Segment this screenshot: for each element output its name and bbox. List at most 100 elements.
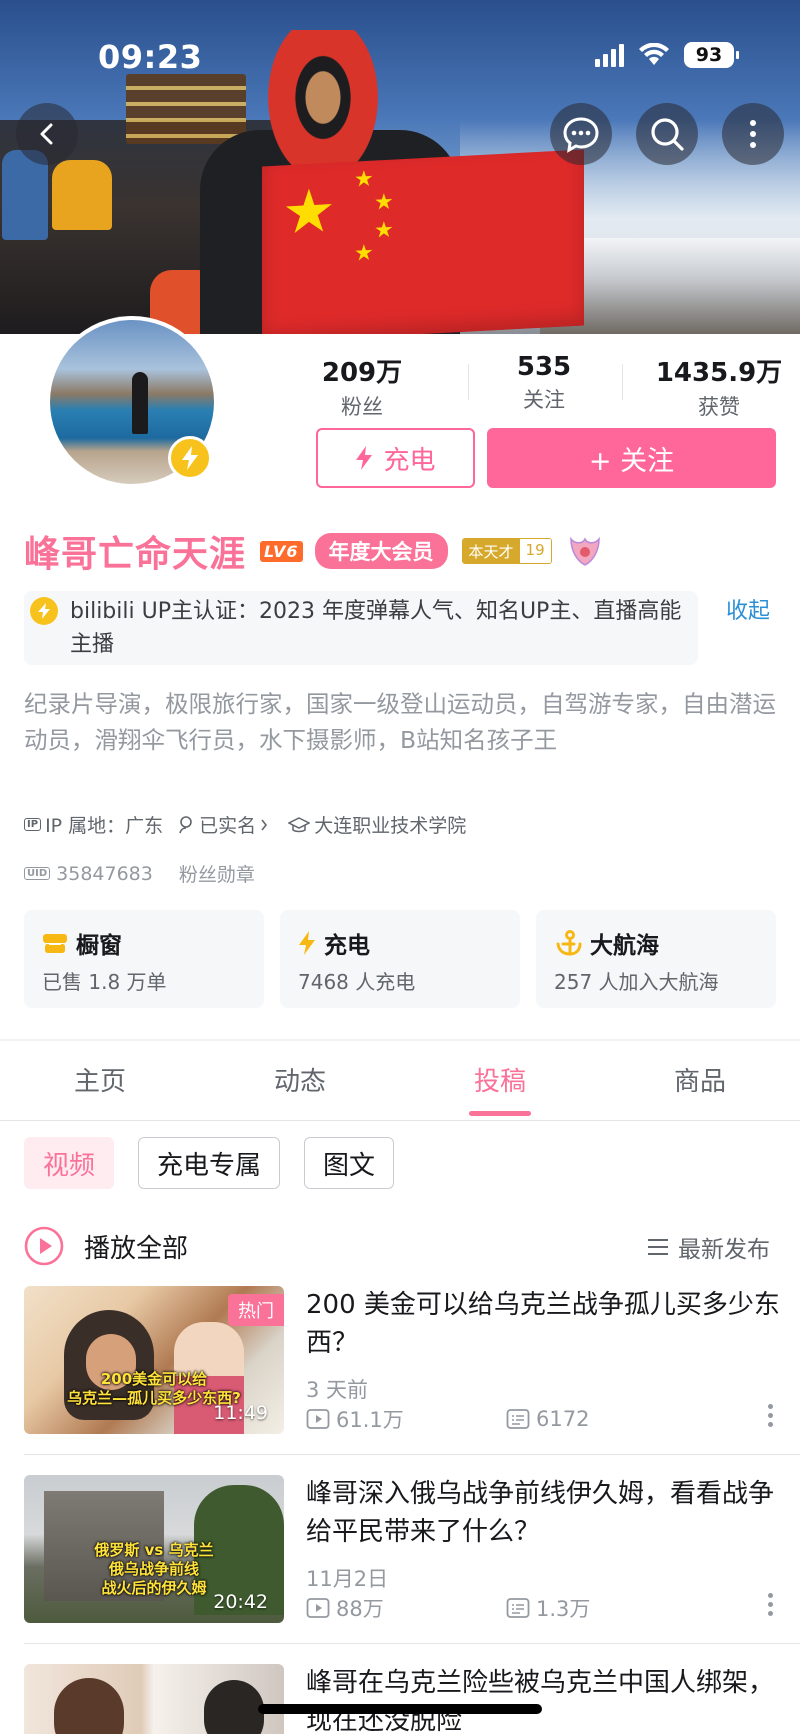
fan-medal-name: 本天才 [462, 539, 520, 563]
card-guard[interactable]: 大航海 257 人加入大航海 [536, 910, 776, 1008]
card-title-text: 橱窗 [76, 933, 122, 959]
dot [768, 1404, 773, 1409]
flag-star: ★ [374, 217, 394, 244]
card-shop[interactable]: 橱窗 已售 1.8 万单 [24, 910, 264, 1008]
video-item[interactable]: 俄罗斯 vs 乌克兰 俄乌战争前线 战火后的伊久姆 20:42 峰哥深入俄乌战争… [24, 1475, 776, 1625]
sort-label: 最新发布 [678, 1237, 770, 1263]
school-text: 大连职业技术学院 [314, 815, 467, 837]
upload-filter-chips: 视频 充电专属 图文 [24, 1137, 395, 1189]
message-button[interactable] [550, 103, 612, 165]
lightning-icon [182, 446, 198, 470]
profile-stats: 209万 粉丝 535 关注 1435.9万 获赞 [290, 352, 790, 419]
video-more-button[interactable] [768, 1404, 774, 1427]
card-subtitle: 7468 人充电 [298, 970, 416, 994]
list-divider [24, 1643, 800, 1644]
stat-following[interactable]: 535 关注 [494, 352, 594, 414]
pendant-icon[interactable] [568, 535, 602, 567]
play-circle-icon [24, 1226, 64, 1266]
stat-likes[interactable]: 1435.9万 获赞 [644, 352, 794, 421]
video-more-button[interactable] [768, 1593, 774, 1616]
fan-medal-badge[interactable]: 本天才 19 [461, 538, 552, 564]
feature-cards: 橱窗 已售 1.8 万单 充电 7468 人充电 大航海 257 人加入大航海 [24, 910, 776, 1008]
video-duration: 11:49 [213, 1402, 268, 1424]
cellular-signal-icon [595, 43, 624, 67]
tab-uploads[interactable]: 投稿 [440, 1061, 560, 1098]
dot [768, 1422, 773, 1427]
sort-button[interactable]: 最新发布 [646, 1230, 770, 1264]
tab-dynamic[interactable]: 动态 [240, 1061, 360, 1098]
stat-value: 1435.9万 [655, 358, 783, 388]
video-thumbnail[interactable] [24, 1664, 284, 1734]
cover-climber [52, 160, 112, 230]
status-time: 09:23 [98, 38, 203, 76]
video-comments-value: 1.3万 [536, 1597, 591, 1621]
dot [768, 1593, 773, 1598]
video-views: 88万 [306, 1593, 506, 1623]
dot [768, 1611, 773, 1616]
follow-button[interactable]: + 关注 [487, 428, 776, 488]
thumbnail-person [54, 1678, 124, 1734]
video-title[interactable]: 200 美金可以给乌克兰战争孤儿买多少东西？ [306, 1286, 796, 1362]
collapse-link[interactable]: 收起 [726, 593, 770, 625]
card-title-text: 充电 [324, 933, 370, 959]
thumbnail-caption: 200美金可以给 [100, 1370, 208, 1388]
video-views: 61.1万 [306, 1404, 506, 1434]
stat-followers[interactable]: 209万 粉丝 [312, 352, 412, 421]
video-thumbnail[interactable]: 俄罗斯 vs 乌克兰 俄乌战争前线 战火后的伊久姆 20:42 [24, 1475, 284, 1623]
stat-label: 获赞 [698, 395, 740, 419]
real-name-text: 已实名 [199, 815, 257, 837]
stat-value: 209万 [321, 358, 403, 388]
tab-home[interactable]: 主页 [40, 1061, 160, 1098]
hot-badge: 热门 [228, 1294, 284, 1326]
play-all-button[interactable]: 播放全部 [24, 1226, 188, 1266]
chip-articles[interactable]: 图文 [304, 1137, 395, 1189]
card-charge[interactable]: 充电 7468 人充电 [280, 910, 520, 1008]
more-options-button[interactable] [722, 103, 784, 165]
flag-star: ★ [282, 175, 336, 249]
avatar-figure [132, 372, 148, 434]
uid-text: 35847683 [56, 862, 153, 885]
video-thumbnail[interactable]: 200美金可以给 乌克兰—孤儿买多少东西? 热门 11:49 [24, 1286, 284, 1434]
danmaku-icon [506, 1598, 530, 1618]
uid[interactable]: UID 35847683 [24, 863, 153, 885]
level-badge[interactable]: LV6 [260, 540, 303, 562]
chip-charge-exclusive[interactable]: 充电专属 [138, 1137, 281, 1189]
thumbnail-caption: 俄乌战争前线 [108, 1560, 199, 1578]
search-icon [651, 118, 684, 151]
play-count-icon [306, 1598, 330, 1618]
video-comments-value: 6172 [536, 1407, 590, 1431]
chip-video[interactable]: 视频 [24, 1137, 115, 1189]
video-title[interactable]: 峰哥在乌克兰险些被乌克兰中国人绑架，现在还没脱险 [306, 1664, 796, 1734]
card-title: 橱窗 [42, 926, 122, 960]
tab-goods[interactable]: 商品 [640, 1061, 760, 1098]
play-all-label: 播放全部 [84, 1233, 189, 1264]
search-button[interactable] [636, 103, 698, 165]
chat-bubble-icon [563, 117, 599, 153]
real-name-link[interactable]: 已实名 [177, 811, 268, 838]
name-row: 峰哥亡命天涯 LV6 年度大会员 本天才 19 [24, 528, 602, 575]
video-item[interactable]: 峰哥在乌克兰险些被乌克兰中国人绑架，现在还没脱险 [24, 1664, 776, 1734]
follow-button-label: + 关注 [588, 445, 675, 477]
fan-medal-link[interactable]: 粉丝勋章 [179, 860, 255, 887]
cover-summit-sign [126, 74, 246, 144]
charge-badge-icon [168, 436, 212, 480]
video-item[interactable]: 200美金可以给 乌克兰—孤儿买多少东西? 热门 11:49 200 美金可以给… [24, 1286, 780, 1436]
video-title[interactable]: 峰哥深入俄乌战争前线伊久姆，看看战争给平民带来了什么？ [306, 1475, 796, 1551]
wifi-icon [639, 43, 669, 65]
list-divider [24, 1454, 800, 1455]
video-views-value: 61.1万 [336, 1408, 404, 1432]
vip-badge[interactable]: 年度大会员 [314, 533, 448, 569]
shop-icon [43, 934, 67, 953]
card-title: 大航海 [554, 926, 659, 960]
video-stats: 61.1万 6172 [306, 1404, 589, 1434]
lightning-icon [299, 931, 315, 955]
cover-person [268, 30, 378, 180]
thumbnail-caption: 俄罗斯 vs 乌克兰 [94, 1541, 214, 1559]
flag-star: ★ [354, 240, 374, 267]
charge-button[interactable]: 充电 [316, 428, 475, 488]
video-duration: 20:42 [213, 1591, 268, 1613]
video-views-value: 88万 [336, 1597, 384, 1621]
video-stats: 88万 1.3万 [306, 1593, 590, 1623]
back-button[interactable] [16, 103, 78, 165]
school-link[interactable]: 大连职业技术学院 [288, 811, 466, 838]
